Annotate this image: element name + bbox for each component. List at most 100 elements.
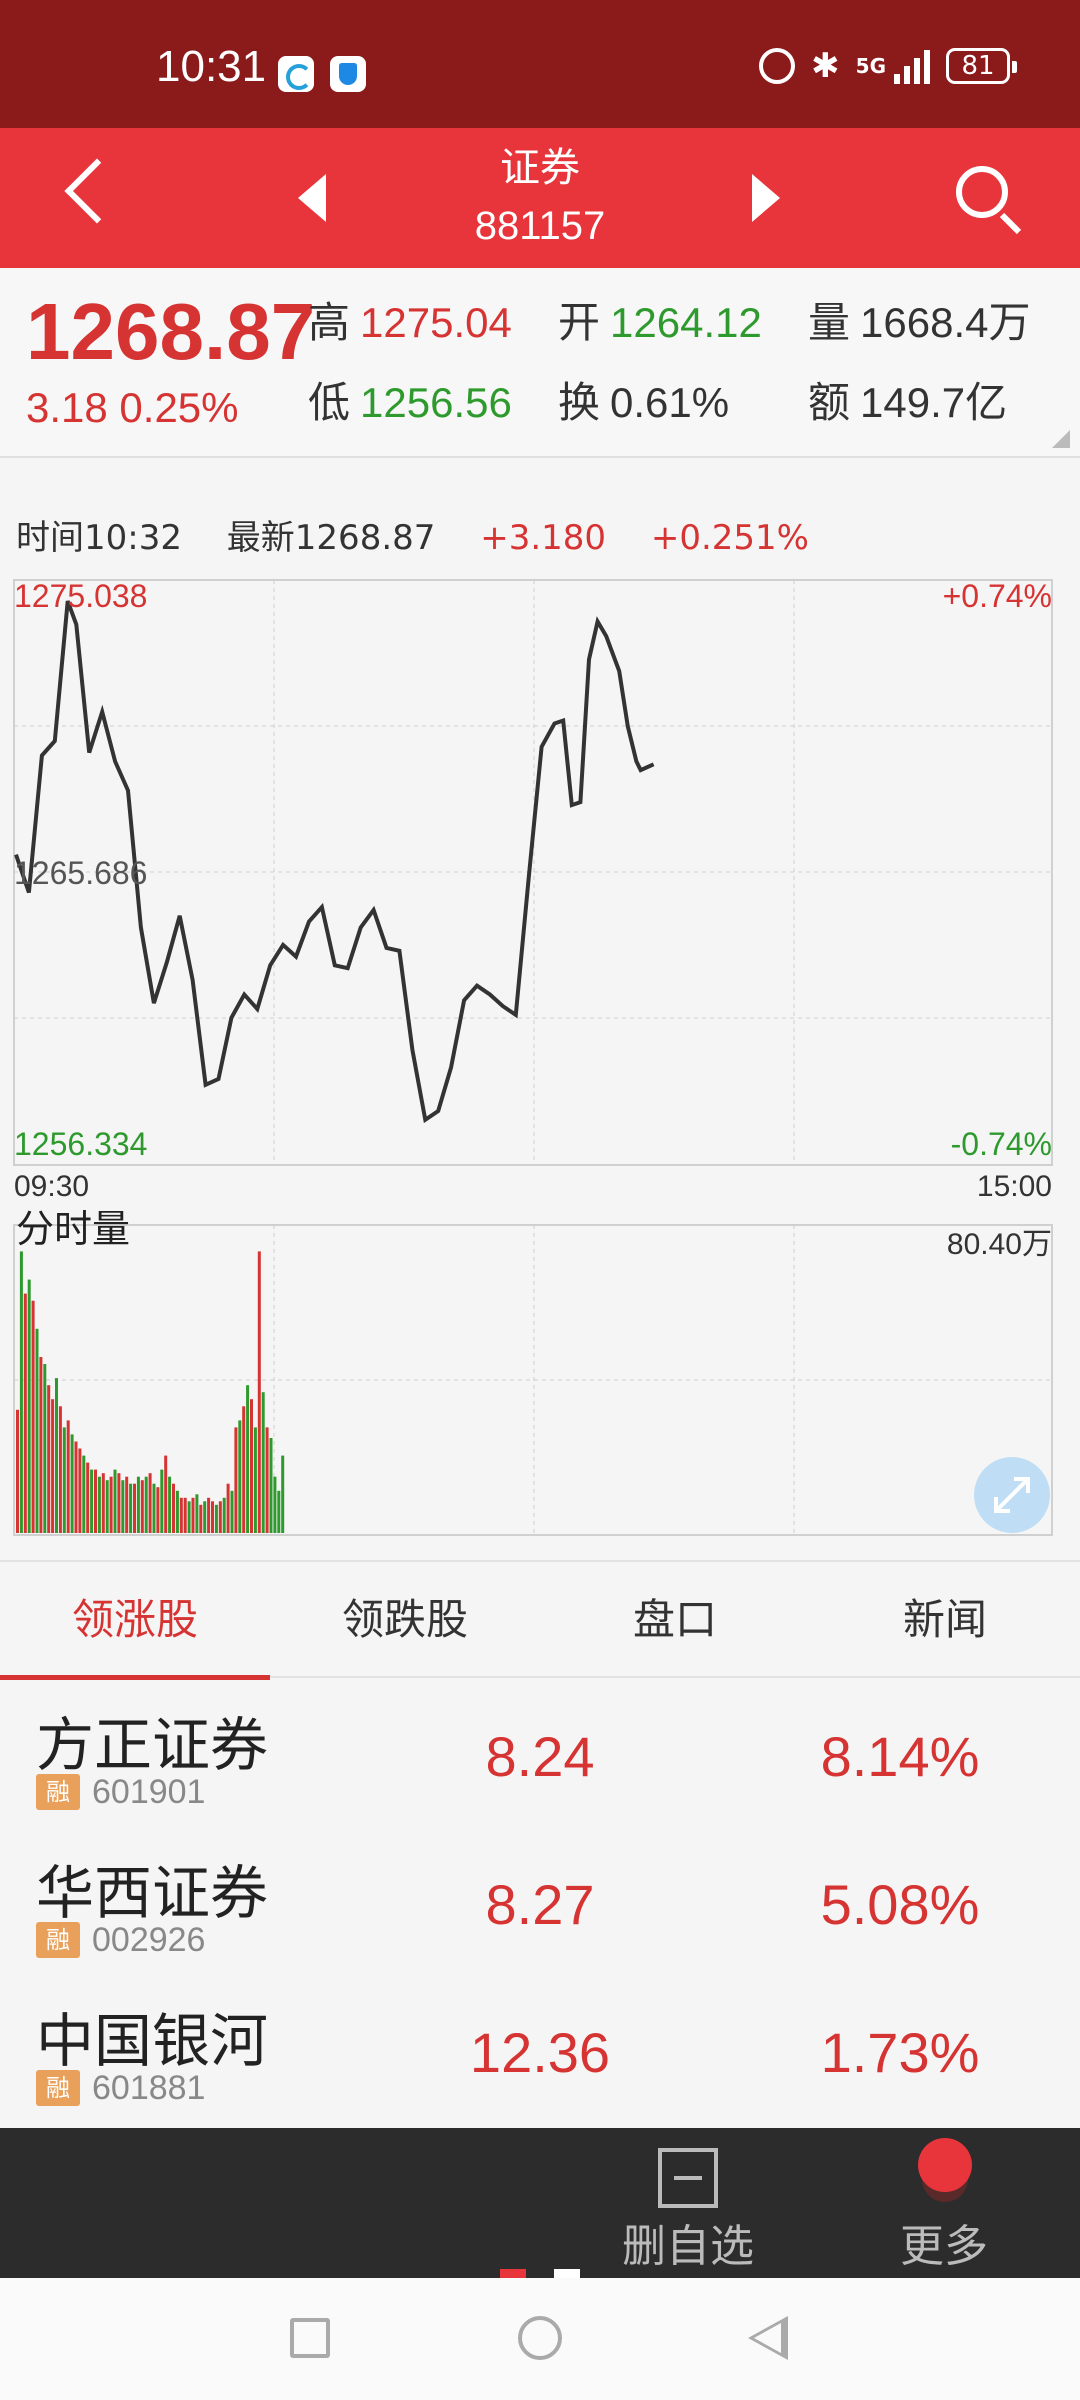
stock-change-pct: 5.08% [820,1873,980,1936]
expand-chart-button[interactable] [974,1457,1050,1533]
volume-bar [39,1357,43,1533]
quote-open: 开 1264.12 [558,298,762,348]
volume-bar [214,1504,218,1533]
stock-name: 方正证券 [36,1711,269,1779]
pct-min-label: -0.74% [951,1126,1052,1162]
volume-bar [58,1406,62,1533]
more-button[interactable]: 更多 [844,2128,1044,2278]
volume-bar [133,1483,136,1533]
quote-panel[interactable]: 1268.87 3.18 0.25% 高 1275.04 开 1264.12 量 16… [0,268,1080,458]
volume-bar [261,1392,265,1533]
top-header: 证券 881157 [0,128,1080,268]
info-latest: 最新1268.87 [226,518,436,558]
volume-bar [281,1455,285,1533]
volume-bar [82,1455,86,1533]
quote-high: 高 1275.04 [308,298,512,348]
search-icon[interactable] [956,166,1008,218]
volume-title: 分时量 [16,1207,130,1251]
volume-bar [136,1476,140,1533]
stock-code: 881157 [474,204,606,248]
volume-bar [273,1476,277,1533]
volume-bar [125,1476,129,1533]
volume-value: 1668.4万 [860,299,1031,346]
volume-bar [230,1490,234,1533]
volume-bar [23,1293,27,1533]
open-label: 开 [558,298,601,347]
status-indicators: ✱ 5G 81 [759,48,1017,84]
previous-stock-icon[interactable] [298,174,326,222]
next-stock-icon[interactable] [752,174,780,222]
volume-bar [27,1279,31,1533]
margin-badge: 融 [36,1774,80,1810]
stock-code: 002926 [92,1921,206,1959]
delete-watchlist-button[interactable]: 删自选 [588,2128,788,2278]
volume-bar [164,1455,168,1533]
volume-bar [86,1462,90,1533]
volume-bar [172,1483,175,1533]
x-end-label: 15:00 [977,1170,1052,1203]
volume-bar [43,1364,47,1533]
list-item[interactable]: 华西证券 融 002926 8.27 5.08% [0,1828,1080,1976]
volume-bar [257,1251,261,1533]
volume-bar [152,1483,156,1533]
volume-bar [78,1448,82,1533]
stock-code: 601901 [92,1773,206,1811]
status-time: 10:31 [156,42,267,91]
list-item[interactable]: 方正证券 融 601901 8.24 8.14% [0,1680,1080,1828]
volume-bar [253,1427,257,1533]
high-label: 高 [308,298,351,347]
volume-bar [19,1251,23,1533]
volume-bar [94,1469,97,1533]
message-app-icon [278,56,314,92]
battery-level: 81 [961,51,995,81]
home-icon[interactable] [518,2316,562,2360]
volume-bar [51,1399,55,1533]
system-nav-bar [0,2278,1080,2400]
volume-bar [105,1480,109,1533]
more-label: 更多 [900,2221,988,2272]
volume-bar [156,1487,160,1533]
quote-turnover: 换 0.61% [558,378,729,428]
volume-bar [66,1420,70,1533]
back-icon[interactable] [64,158,130,224]
stock-price: 8.27 [485,1873,595,1936]
tab-news[interactable]: 新闻 [810,1562,1080,1678]
current-price: 1268.87 [26,287,316,376]
delete-watchlist-label: 删自选 [622,2221,754,2272]
list-item[interactable]: 中国银河 融 601881 12.36 1.73% [0,1976,1080,2124]
tab-leading-gainers[interactable]: 领涨股 [0,1562,270,1680]
intraday-charts[interactable]: 1275.038 1265.686 1256.334 +0.74% -0.74%… [0,560,1080,1550]
recent-apps-icon[interactable] [290,2318,330,2358]
network-type: 5G [855,54,886,78]
volume-bar [238,1420,242,1533]
stock-name: 中国银河 [36,2007,269,2075]
tab-order-book[interactable]: 盘口 [540,1562,810,1678]
margin-badge: 融 [36,1922,80,1958]
signal-icon [894,48,930,84]
nav-back-icon[interactable] [748,2316,788,2360]
volume-bar [140,1480,144,1533]
security-app-icon [330,56,366,92]
crosshair-info: 时间10:32 最新1268.87 +3.180 +0.251% [16,510,843,559]
quote-volume: 量 1668.4万 [808,298,1030,348]
volume-bar [70,1434,74,1533]
quote-low: 低 1256.56 [308,378,512,428]
open-value: 1264.12 [610,299,762,346]
volume-bar [191,1497,195,1533]
high-value: 1275.04 [360,299,512,346]
stock-price: 12.36 [469,2021,611,2084]
volume-bar [129,1483,133,1533]
more-dot-icon [918,2138,972,2192]
bottom-toolbar: 删自选 更多 [0,2128,1080,2281]
alarm-icon [759,48,796,84]
tab-leading-losers[interactable]: 领跌股 [270,1562,540,1678]
volume-bar [160,1469,164,1533]
amount-label: 额 [808,378,851,427]
y-mid-label: 1265.686 [14,855,147,891]
volume-bar [31,1300,35,1533]
stock-price: 8.24 [485,1725,595,1788]
turnover-value: 0.61% [610,379,730,426]
volume-bar [47,1385,51,1533]
volume-bar [55,1378,58,1533]
volume-bar [226,1483,230,1533]
